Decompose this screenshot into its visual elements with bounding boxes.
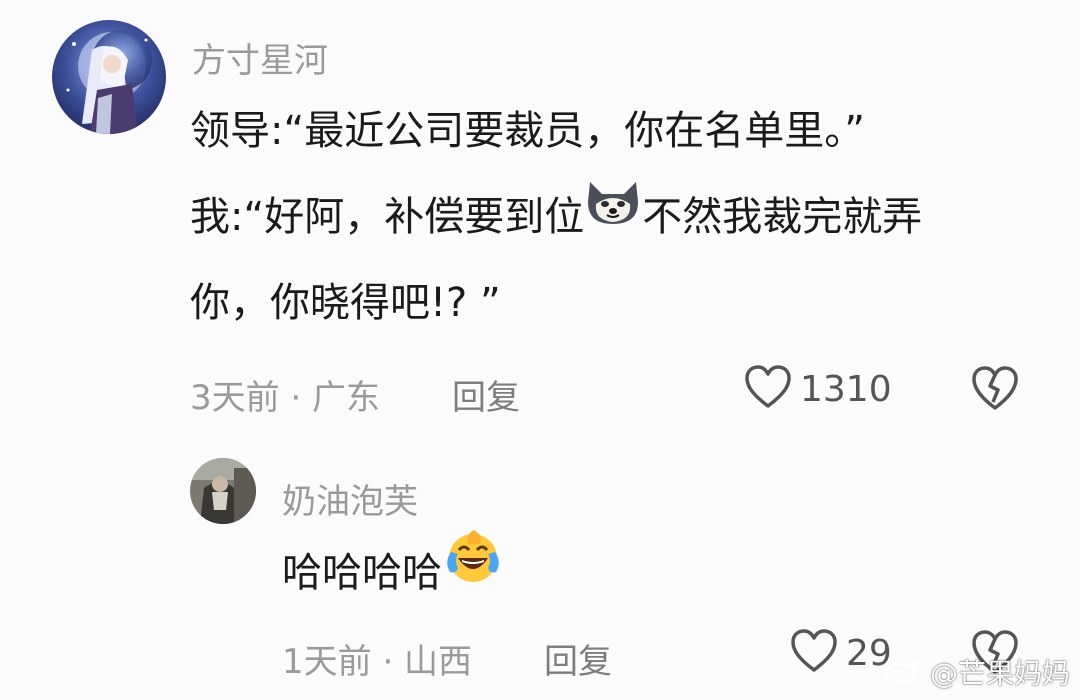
reply-reply-button[interactable]: 回复	[544, 634, 612, 683]
comment-line-2-tail: 不然我裁完就弄	[642, 194, 923, 240]
comment-line-3: 你，你晓得吧!? ”	[190, 280, 501, 326]
reply-body: 哈哈哈哈	[282, 530, 504, 616]
avatar[interactable]	[52, 20, 166, 134]
reply-like-button[interactable]: 29	[790, 628, 892, 678]
comment-line-1: 领导:“最近公司要裁员，你在名单里。”	[190, 108, 865, 154]
comment-line-2-text: 我:“好阿，补偿要到位	[190, 194, 585, 240]
broken-heart-icon	[970, 366, 1020, 416]
reply-avatar[interactable]	[190, 458, 256, 524]
heart-icon	[790, 628, 838, 678]
doge-icon	[584, 172, 642, 258]
reply-button[interactable]: 回复	[452, 370, 520, 419]
watermark: @芒果妈妈	[884, 652, 1070, 692]
comment-body: 领导:“最近公司要裁员，你在名单里。” 我:“好阿，补偿要到位 不然我裁完就弄 …	[190, 88, 922, 346]
watermark-text: @芒果妈妈	[929, 657, 1070, 690]
comment-line-2: 我:“好阿，补偿要到位 不然我裁完就弄	[190, 174, 922, 260]
reply-text: 哈哈哈哈	[282, 550, 442, 596]
heart-icon	[744, 364, 792, 414]
comment-username[interactable]: 方寸星河	[192, 33, 328, 82]
weibo-logo-icon	[884, 654, 924, 691]
reply-username[interactable]: 奶油泡芙	[282, 474, 418, 523]
reply-time-location: 1天前 · 山西	[282, 642, 473, 682]
dislike-button[interactable]	[970, 364, 1020, 416]
like-button[interactable]: 1310	[744, 364, 892, 414]
laughing-crying-icon	[442, 528, 504, 614]
like-count: 1310	[800, 368, 892, 410]
comment-time-location: 3天前 · 广东	[190, 378, 381, 418]
reply-line-1: 哈哈哈哈	[282, 530, 504, 616]
